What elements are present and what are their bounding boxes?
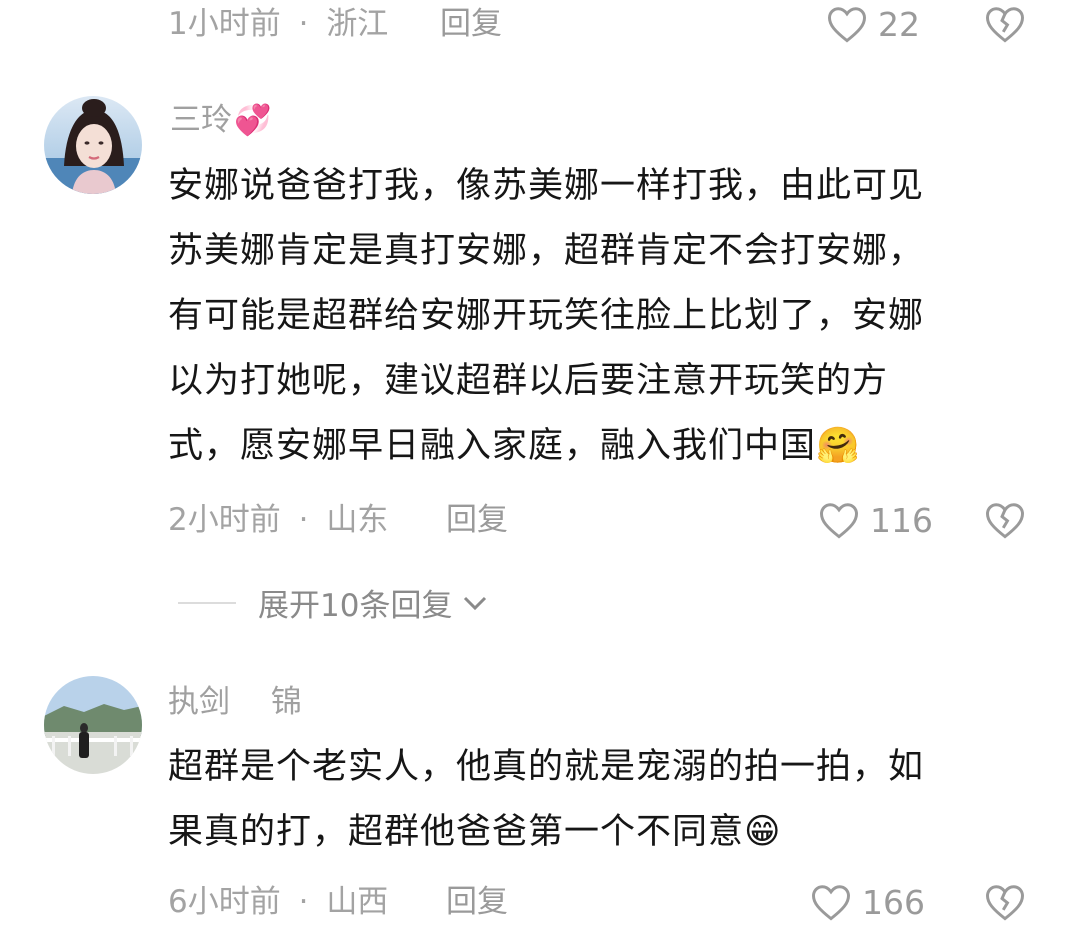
chevron-down-icon — [464, 596, 487, 610]
name-emoji: 💞 — [234, 103, 272, 138]
comment-text: 式，愿安娜早日融入家庭，融入我们中国 — [168, 426, 817, 466]
dislike-button[interactable] — [984, 4, 1026, 48]
comment-region: 浙江 — [326, 6, 389, 42]
avatar[interactable] — [44, 96, 142, 194]
comment-region: 山东 — [326, 502, 389, 538]
expand-replies-label: 展开10条回复 — [258, 588, 453, 624]
comment-text-line: 安娜说爸爸打我，像苏美娜一样打我，由此可见 — [168, 166, 925, 206]
username-text: 三玲 — [170, 102, 232, 138]
comment-time: 2小时前 — [168, 502, 281, 538]
like-button[interactable]: 116 — [818, 500, 933, 540]
comment-body: 超群是个老实人，他真的就是宠溺的拍一拍，如 果真的打，超群他爸爸第一个不同意😁 — [168, 735, 1048, 865]
comment-meta: 1小时前 · 浙江 — [168, 4, 388, 44]
comment-body: 安娜说爸爸打我，像苏美娜一样打我，由此可见 苏美娜肯定是真打安娜，超群肯定不会打… — [168, 154, 1048, 479]
expand-replies-button[interactable]: 展开10条回复 — [178, 580, 490, 625]
comment-text-line: 以为打她呢，建议超群以后要注意开玩笑的方 — [168, 361, 889, 401]
comment-text-line: 有可能是超群给安娜开玩笑往脸上比划了，安娜 — [168, 296, 925, 336]
hug-emoji: 🤗 — [816, 426, 861, 466]
comment-text-line: 式，愿安娜早日融入家庭，融入我们中国🤗 — [168, 414, 1048, 479]
meta-separator: · — [298, 6, 309, 42]
reply-button[interactable]: 回复 — [446, 500, 508, 540]
comment-meta: 6小时前 · 山西 — [168, 882, 388, 922]
like-button[interactable]: 166 — [810, 882, 925, 922]
comment-text: 果真的打，超群他爸爸第一个不同意 — [168, 812, 745, 852]
comment-time: 1小时前 — [168, 6, 281, 42]
comment-text-line: 苏美娜肯定是真打安娜，超群肯定不会打安娜， — [168, 231, 925, 271]
meta-separator: · — [298, 502, 309, 538]
comment-region: 山西 — [326, 884, 389, 920]
broken-heart-icon — [986, 7, 1024, 43]
meta-separator: · — [298, 884, 309, 920]
heart-outline-icon — [812, 885, 850, 921]
username[interactable]: 执剑 锦 — [168, 682, 302, 722]
avatar[interactable] — [44, 676, 142, 774]
heart-outline-icon — [828, 7, 866, 43]
username[interactable]: 三玲💞 — [170, 100, 271, 141]
comment-text-line: 超群是个老实人，他真的就是宠溺的拍一拍，如 — [168, 747, 925, 787]
comment-time: 6小时前 — [168, 884, 281, 920]
like-count: 116 — [870, 500, 933, 540]
comment-meta: 2小时前 · 山东 — [168, 500, 388, 540]
dislike-button[interactable] — [984, 882, 1026, 926]
broken-heart-icon — [986, 503, 1024, 539]
dislike-button[interactable] — [984, 500, 1026, 544]
heart-outline-icon — [820, 503, 858, 539]
like-button[interactable]: 22 — [826, 4, 920, 44]
reply-button[interactable]: 回复 — [440, 4, 502, 44]
grin-emoji: 😁 — [744, 812, 782, 852]
like-count: 166 — [862, 882, 925, 922]
divider-line — [178, 601, 236, 604]
comment-text-line: 果真的打，超群他爸爸第一个不同意😁 — [168, 800, 1048, 865]
like-count: 22 — [878, 4, 920, 44]
broken-heart-icon — [986, 885, 1024, 921]
reply-button[interactable]: 回复 — [446, 882, 508, 922]
